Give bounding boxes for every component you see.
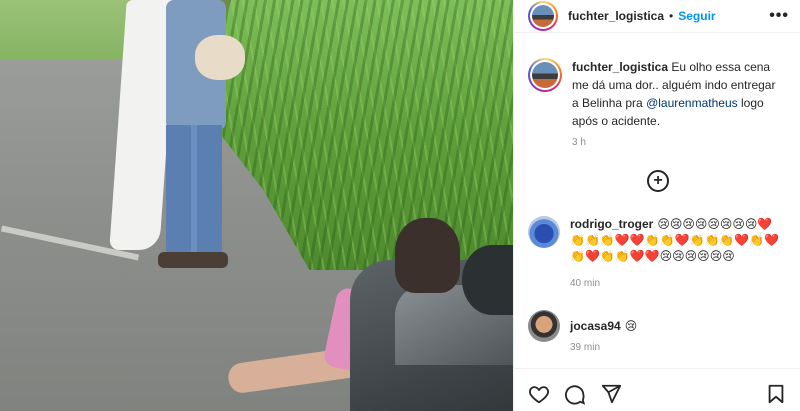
comment-avatar[interactable] xyxy=(528,216,560,248)
follow-button[interactable]: Seguir xyxy=(678,9,715,23)
caption-username[interactable]: fuchter_logistica xyxy=(572,60,668,74)
comment-avatar[interactable] xyxy=(528,310,560,342)
header-username[interactable]: fuchter_logistica xyxy=(568,9,664,23)
post-side-panel: fuchter_logistica • Seguir ••• fuchter_l… xyxy=(513,0,800,411)
post-header: fuchter_logistica • Seguir ••• xyxy=(514,0,800,33)
share-icon[interactable] xyxy=(600,383,622,405)
comment-text: jocasa94 😢 xyxy=(570,310,780,342)
side-mirror xyxy=(462,245,513,315)
comment-item: jocasa94 😢 xyxy=(528,310,798,342)
plus-circle-icon[interactable]: + xyxy=(647,170,669,192)
avatar[interactable] xyxy=(528,1,558,31)
caption-avatar[interactable] xyxy=(528,58,562,92)
more-icon[interactable]: ••• xyxy=(769,7,789,25)
comment-username[interactable]: rodrigo_troger xyxy=(570,217,653,231)
comment-timestamp[interactable]: 39 min xyxy=(570,342,600,353)
comment-content: 😢 xyxy=(624,319,638,333)
comment-timestamp[interactable]: 40 min xyxy=(570,278,600,289)
seated-person-head xyxy=(395,218,460,293)
separator-dot: • xyxy=(669,9,674,23)
comment-username[interactable]: jocasa94 xyxy=(570,319,621,333)
post-image[interactable] xyxy=(0,0,513,411)
action-bar xyxy=(514,368,800,411)
puppy-in-arms xyxy=(195,35,245,80)
comment-icon[interactable] xyxy=(564,383,586,405)
caption-text: fuchter_logistica Eu olho essa cena me d… xyxy=(572,58,782,130)
caption-mention[interactable]: @laurenmatheus xyxy=(646,96,738,110)
comment-item: rodrigo_troger 😢😢😢😢😢😢😢😢❤️👏👏👏❤️❤️👏👏❤️👏👏👏❤️… xyxy=(528,216,798,264)
caption: fuchter_logistica Eu olho essa cena me d… xyxy=(528,58,798,130)
comment-text: rodrigo_troger 😢😢😢😢😢😢😢😢❤️👏👏👏❤️❤️👏👏❤️👏👏👏❤️… xyxy=(570,216,780,264)
bookmark-icon[interactable] xyxy=(765,383,787,405)
caption-timestamp[interactable]: 3 h xyxy=(572,137,586,148)
heart-icon[interactable] xyxy=(528,383,550,405)
